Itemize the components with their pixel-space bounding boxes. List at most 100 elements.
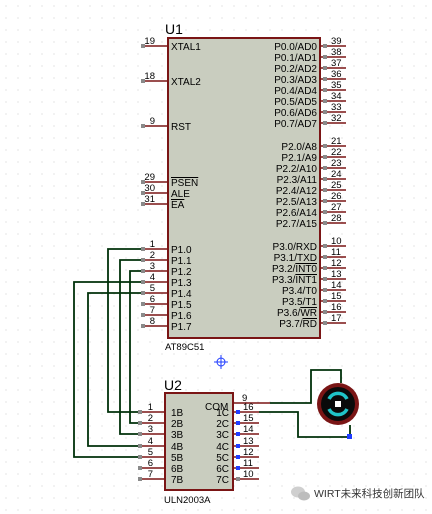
u2-pin-label: 6C — [216, 464, 229, 475]
pin-end-marker — [141, 269, 145, 273]
u2-pin-label: 4B — [171, 442, 184, 453]
u2-pin-number: 2 — [148, 413, 153, 424]
u1-pin-label: P3.5/T1 — [282, 297, 317, 308]
pin-end-marker — [323, 66, 327, 70]
pin-end-marker — [323, 244, 327, 248]
pin-end-marker — [323, 55, 327, 59]
pin-end-marker — [323, 99, 327, 103]
pin-end-marker — [236, 466, 240, 470]
u1-pin-label: P0.5/AD5 — [274, 97, 317, 108]
pin-end-marker — [138, 455, 142, 459]
pin-end-marker — [141, 302, 145, 306]
u1-pin-label: P1.0 — [171, 245, 192, 256]
u1-pin-number: 31 — [144, 194, 155, 205]
u1-pin-label: P3.7/RD — [279, 319, 317, 330]
u1-pin-number: 33 — [331, 102, 342, 113]
pin-end-marker — [323, 188, 327, 192]
u2-pin-number: 15 — [243, 413, 254, 424]
u1-pin-label: P2.0/A8 — [281, 142, 317, 153]
u1-pin-number: 38 — [331, 47, 342, 58]
u1-pin-label: P0.7/AD7 — [274, 119, 317, 130]
u1-part-label: AT89C51 — [165, 342, 204, 353]
u1-pin-label: P2.3/A11 — [277, 175, 318, 186]
u1-pin-label: P1.4 — [171, 289, 192, 300]
u2-pin-number: 7 — [148, 469, 153, 480]
u2-pin-number: 14 — [243, 424, 254, 435]
u1-pin-number: 8 — [150, 316, 155, 327]
u2-pin-label: 2C — [216, 419, 229, 430]
pin-end-marker — [138, 421, 142, 425]
u2-pin-number: 6 — [148, 458, 153, 469]
u1-pin-label: P3.1/TXD — [274, 253, 317, 264]
u1-pin-label: XTAL2 — [171, 77, 201, 88]
pin-end-marker — [236, 410, 240, 414]
u1-pin-number: 21 — [331, 136, 342, 147]
motor-shaft — [335, 401, 341, 407]
schematic-canvas: U1 AT89C51 19 XTAL1 18 XTAL2 9 RST 29 PSEN 30 ALE… — [0, 0, 432, 514]
u2-ref-label: U2 — [164, 377, 182, 393]
u1-pin-label: P0.4/AD4 — [274, 86, 317, 97]
pin-end-marker — [138, 477, 142, 481]
pin-end-marker — [323, 199, 327, 203]
pin-end-marker — [323, 110, 327, 114]
u1-pin-number: 9 — [150, 116, 155, 127]
watermark-text: WIRT未来科技创新团队 — [314, 487, 425, 500]
u1-pin-number: 23 — [331, 158, 342, 169]
u1-pin-label: P1.7 — [171, 322, 192, 333]
u2-pin-number: 10 — [243, 469, 254, 480]
u2-pin-number: 16 — [243, 402, 254, 413]
u1-pin-number: 22 — [331, 147, 342, 158]
u1-pin-label: P0.1/AD1 — [274, 53, 317, 64]
u1-pin-number: 5 — [150, 283, 155, 294]
u2-pin-label: 2B — [171, 419, 184, 430]
u1-pin-number: 36 — [331, 69, 342, 80]
u1-pin-number: 11 — [331, 247, 341, 258]
u2-pin-label: 3B — [171, 430, 184, 441]
pin-end-marker — [323, 288, 327, 292]
pin-end-marker — [236, 477, 240, 481]
u1-pin-label: P0.6/AD6 — [274, 108, 317, 119]
u1-pin-number: 12 — [331, 258, 342, 269]
u1-pin-label: P1.5 — [171, 300, 192, 311]
pin-end-marker — [138, 466, 142, 470]
u2-pin-label: 3C — [216, 430, 229, 441]
u1-pin-label: P2.5/A13 — [276, 197, 318, 208]
u1-pin-label: P3.6/WR — [277, 308, 317, 319]
u1-pin-number: 6 — [150, 294, 155, 305]
u1-pin-label: P2.4/A12 — [276, 186, 318, 197]
u1-pin-number: 15 — [331, 291, 342, 302]
u2-pin-number: 4 — [148, 436, 153, 447]
pin-end-marker — [141, 124, 145, 128]
pin-end-marker — [323, 88, 327, 92]
u1-pin-number: 26 — [331, 191, 342, 202]
pin-end-marker — [141, 280, 145, 284]
u1-pin-number: 32 — [331, 113, 342, 124]
pin-end-marker — [323, 266, 327, 270]
schematic-drawing: U1 AT89C51 19XTAL118XTAL29RST29PSEN30ALE… — [0, 0, 432, 514]
pin-end-marker — [141, 291, 145, 295]
u2-pin-label: 6B — [171, 464, 184, 475]
u1-pin-label: P3.4/T0 — [282, 286, 317, 297]
pin-end-marker — [138, 410, 142, 414]
u1-pin-label: XTAL1 — [171, 42, 201, 53]
pin-end-marker — [141, 313, 145, 317]
u1-pin-label: P2.1/A9 — [281, 153, 317, 164]
pin-end-marker — [323, 210, 327, 214]
u1-pin-number: 19 — [144, 36, 155, 47]
u2-pin-label: 4C — [216, 442, 229, 453]
u1-pin-number: 24 — [331, 169, 342, 180]
u1-pin-label: ALE — [171, 189, 190, 200]
u1-pin-label: P0.3/AD3 — [274, 75, 317, 86]
u1-pin-number: 4 — [150, 272, 155, 283]
u2-part-label: ULN2003A — [164, 495, 211, 506]
pin-end-marker — [323, 144, 327, 148]
pin-end-marker — [236, 432, 240, 436]
pin-end-marker — [323, 166, 327, 170]
u1-pin-number: 37 — [331, 58, 342, 69]
pin-end-marker — [236, 455, 240, 459]
pin-end-marker — [323, 321, 327, 325]
u1-chip[interactable]: U1 AT89C51 19XTAL118XTAL29RST29PSEN30ALE… — [141, 21, 346, 353]
u1-pin-label: P0.0/AD0 — [274, 42, 317, 53]
u1-pin-number: 7 — [150, 305, 155, 316]
u1-pin-number: 18 — [144, 71, 155, 82]
